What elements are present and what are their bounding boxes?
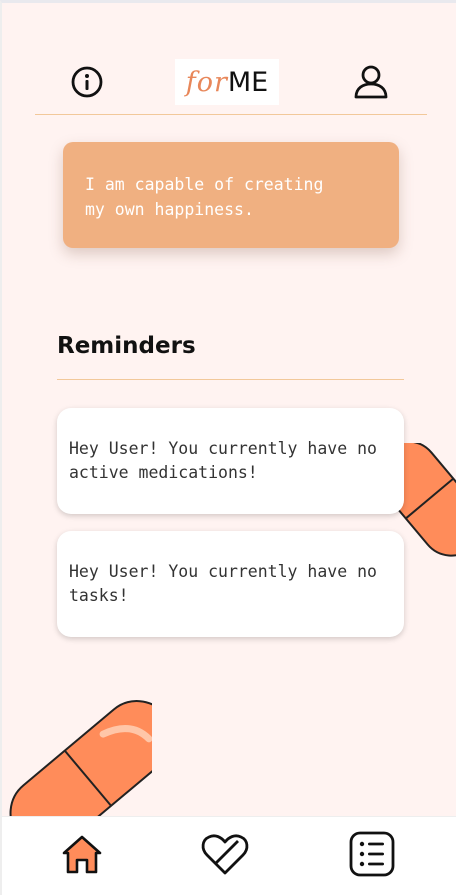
nav-list-button[interactable] bbox=[347, 829, 397, 879]
reminders-divider bbox=[57, 379, 404, 380]
logo-for-text: for bbox=[185, 66, 228, 98]
heart-pill-icon bbox=[201, 834, 249, 875]
info-icon bbox=[71, 66, 103, 98]
app-screen: for ME I am capable of creating my own ha… bbox=[0, 0, 456, 895]
home-icon bbox=[62, 835, 102, 874]
reminder-card-medications[interactable]: Hey User! You currently have no active m… bbox=[57, 408, 404, 514]
list-icon bbox=[349, 831, 395, 877]
info-button[interactable] bbox=[68, 63, 106, 101]
pill-decoration-icon bbox=[9, 700, 152, 818]
user-icon bbox=[354, 65, 388, 99]
reminder-card-tasks[interactable]: Hey User! You currently have no tasks! bbox=[57, 531, 404, 637]
nav-home-button[interactable] bbox=[57, 829, 107, 879]
reminder-card-text: Hey User! You currently have no active m… bbox=[69, 439, 377, 482]
affirmation-text: I am capable of creating my own happines… bbox=[85, 175, 324, 219]
bottom-navigation bbox=[2, 816, 456, 895]
app-logo: for ME bbox=[175, 59, 279, 105]
reminders-title: Reminders bbox=[57, 333, 196, 359]
nav-health-button[interactable] bbox=[200, 829, 250, 879]
profile-button[interactable] bbox=[350, 61, 392, 103]
logo-me-text: ME bbox=[227, 66, 269, 98]
reminder-card-text: Hey User! You currently have no tasks! bbox=[69, 562, 377, 605]
affirmation-card: I am capable of creating my own happines… bbox=[63, 142, 399, 248]
